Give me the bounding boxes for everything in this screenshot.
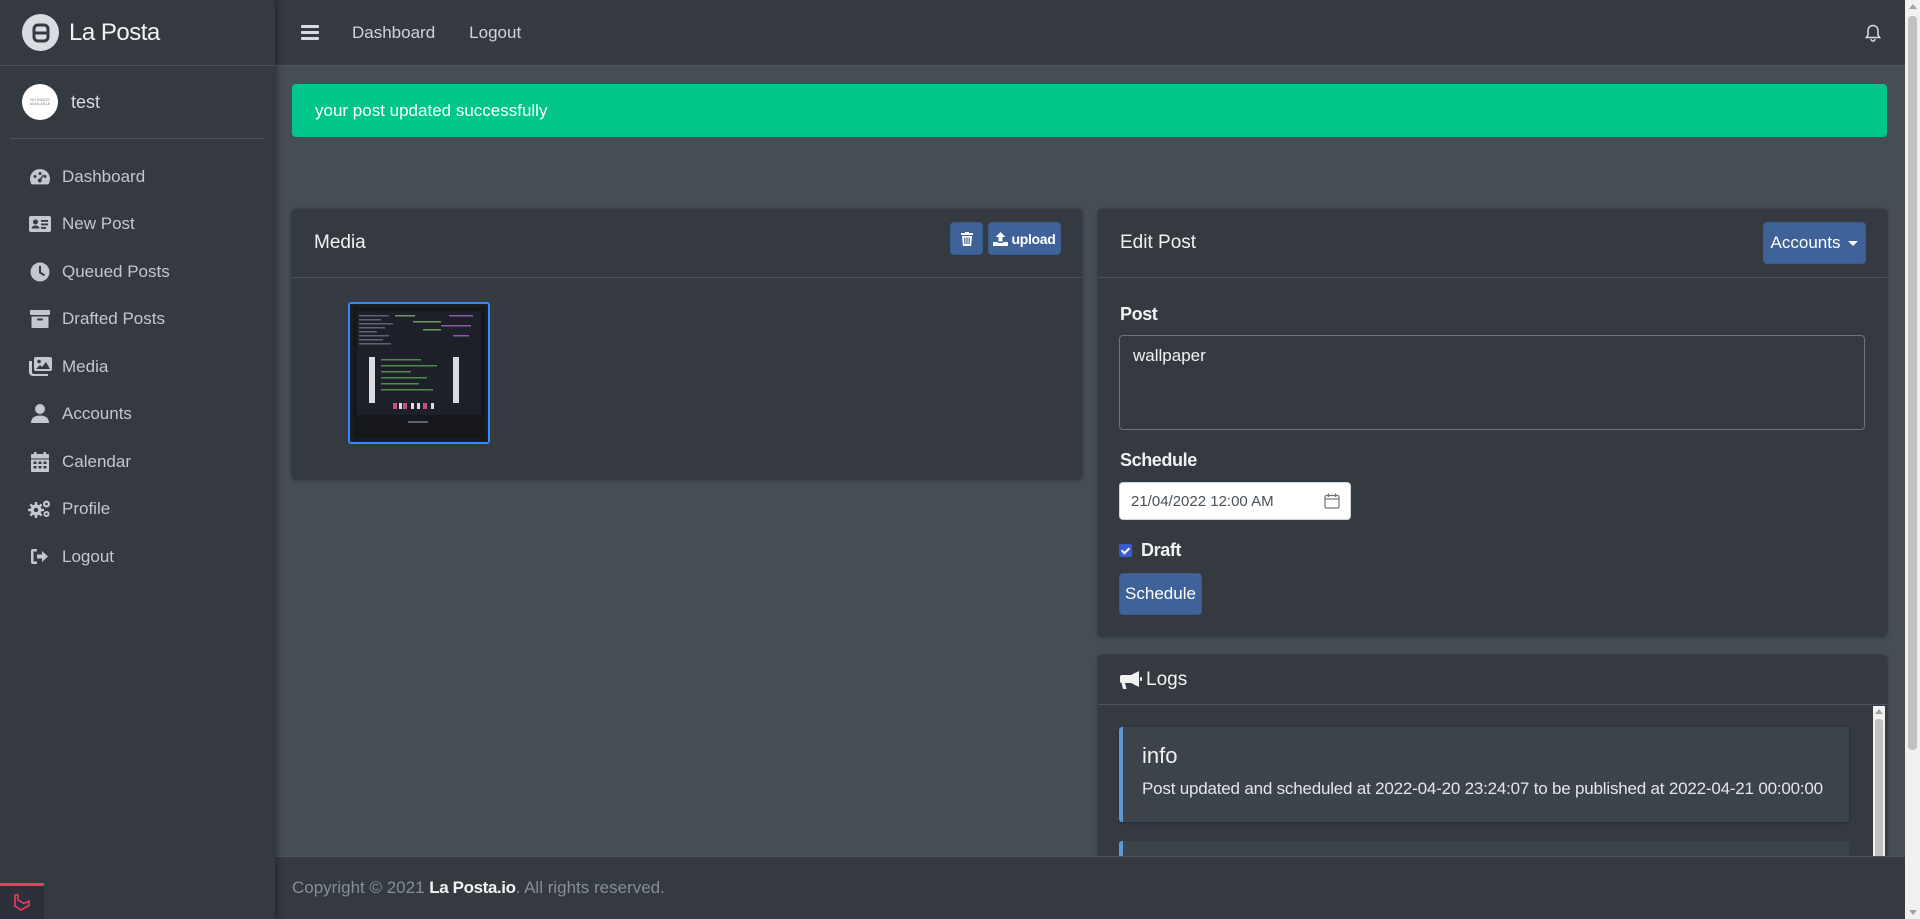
sidebar-item-label: Dashboard (62, 166, 146, 186)
edit-post-title: Edit Post (1120, 232, 1197, 253)
accounts-dropdown-button[interactable]: Accounts (1763, 222, 1866, 264)
page-scrollbar[interactable] (1905, 0, 1920, 919)
brand-link[interactable]: La Posta (0, 0, 275, 66)
sign-out-icon (28, 547, 52, 567)
schedule-datetime-input[interactable]: 21/04/2022 12:00 AM (1119, 482, 1351, 520)
archive-icon (28, 309, 52, 329)
scrollbar-thumb[interactable] (1875, 719, 1883, 859)
logs-title: Logs (1146, 668, 1188, 690)
edit-post-header: Edit Post Accounts (1098, 209, 1887, 278)
success-alert: your post updated successfully (292, 84, 1887, 137)
copyright-prefix: Copyright © 2021 (292, 878, 425, 897)
brand-logo-icon (22, 14, 59, 51)
sidebar-nav: Dashboard New Post Queued Posts Drafted … (0, 139, 275, 581)
clock-icon (28, 262, 52, 282)
alert-message: your post updated successfully (315, 100, 548, 120)
schedule-value: 21/04/2022 12:00 AM (1131, 492, 1274, 510)
logs-scrollbar[interactable] (1873, 706, 1885, 859)
upload-icon (993, 231, 1009, 246)
sidebar: La Posta NO IMAGE AVAILABLE test Dashboa… (0, 0, 275, 919)
bullhorn-icon (1120, 670, 1142, 689)
post-textarea[interactable]: wallpaper (1119, 335, 1865, 430)
scroll-up-arrow-icon[interactable] (1875, 709, 1883, 714)
upload-button[interactable]: upload (988, 222, 1061, 255)
sidebar-item-accounts[interactable]: Accounts (0, 391, 275, 439)
calendar-picker-icon[interactable] (1324, 493, 1340, 513)
user-name[interactable]: test (71, 92, 100, 113)
sidebar-item-label: Logout (62, 546, 114, 566)
bell-icon[interactable] (1864, 24, 1882, 47)
delete-media-button[interactable] (950, 222, 983, 255)
sidebar-item-dashboard[interactable]: Dashboard (0, 153, 275, 201)
draft-label[interactable]: Draft (1141, 540, 1181, 561)
log-message: Post updated and scheduled at 2022-04-20… (1142, 779, 1823, 798)
laravel-debugbar-toggle[interactable] (0, 883, 44, 919)
calendar-icon (28, 451, 52, 472)
footer: Copyright © 2021 La Posta.io. All rights… (275, 856, 1905, 919)
id-card-icon (28, 214, 52, 234)
menu-toggle-icon[interactable] (301, 22, 319, 43)
sidebar-item-profile[interactable]: Profile (0, 486, 275, 534)
accounts-label: Accounts (1770, 233, 1841, 252)
copyright-suffix: . All rights reserved. (515, 878, 665, 897)
scrollbar-thumb[interactable] (1908, 16, 1917, 750)
avatar: NO IMAGE AVAILABLE (22, 84, 58, 120)
caret-down-icon (1848, 240, 1859, 246)
media-card-header: Media upload (292, 209, 1082, 278)
sidebar-item-label: Queued Posts (62, 261, 170, 281)
draft-checkbox-row: Draft (1119, 540, 1181, 561)
sidebar-item-media[interactable]: Media (0, 343, 275, 391)
scroll-up-arrow-icon[interactable] (1909, 4, 1917, 9)
logs-header: Logs (1098, 655, 1887, 705)
user-panel[interactable]: NO IMAGE AVAILABLE test (10, 66, 265, 139)
images-icon (28, 357, 52, 377)
schedule-button[interactable]: Schedule (1119, 573, 1202, 615)
sidebar-item-new-post[interactable]: New Post (0, 201, 275, 249)
user-icon (28, 404, 52, 424)
sidebar-item-label: New Post (62, 214, 135, 234)
media-card-title: Media (314, 232, 366, 253)
sidebar-item-label: Media (62, 356, 109, 376)
sidebar-item-drafted-posts[interactable]: Drafted Posts (0, 296, 275, 344)
logs-card: Logs info Post updated and scheduled at … (1098, 655, 1887, 859)
top-nav-dashboard[interactable]: Dashboard (352, 23, 435, 43)
footer-brand-link[interactable]: La Posta.io (429, 878, 516, 898)
top-navbar: Dashboard Logout (275, 0, 1905, 66)
media-card: Media upload (292, 209, 1082, 479)
trash-icon (960, 231, 973, 246)
log-level: info (1142, 743, 1178, 768)
post-label: Post (1120, 304, 1158, 324)
wallpaper-preview-icon (353, 307, 485, 439)
media-thumbnail-image (353, 307, 485, 439)
upload-label: upload (1011, 230, 1056, 247)
brand-name: La Posta (69, 18, 160, 46)
sidebar-item-calendar[interactable]: Calendar (0, 438, 275, 486)
sidebar-item-queued-posts[interactable]: Queued Posts (0, 248, 275, 296)
media-thumbnail[interactable] (348, 302, 490, 444)
sidebar-item-label: Accounts (62, 404, 132, 424)
laravel-icon (14, 893, 30, 911)
top-nav-logout[interactable]: Logout (469, 23, 521, 43)
log-entry: info Post updated and scheduled at 2022-… (1119, 727, 1849, 822)
edit-post-card: Edit Post Accounts Post wallpaper Schedu… (1098, 209, 1887, 636)
draft-checkbox[interactable] (1119, 544, 1132, 557)
cogs-icon (28, 499, 52, 519)
scroll-down-arrow-icon[interactable] (1909, 910, 1917, 915)
sidebar-item-label: Profile (62, 499, 111, 519)
tachometer-icon (28, 167, 52, 187)
sidebar-item-logout[interactable]: Logout (0, 533, 275, 581)
sidebar-item-label: Calendar (62, 451, 131, 471)
schedule-label: Schedule (1120, 450, 1197, 470)
sidebar-item-label: Drafted Posts (62, 309, 165, 329)
